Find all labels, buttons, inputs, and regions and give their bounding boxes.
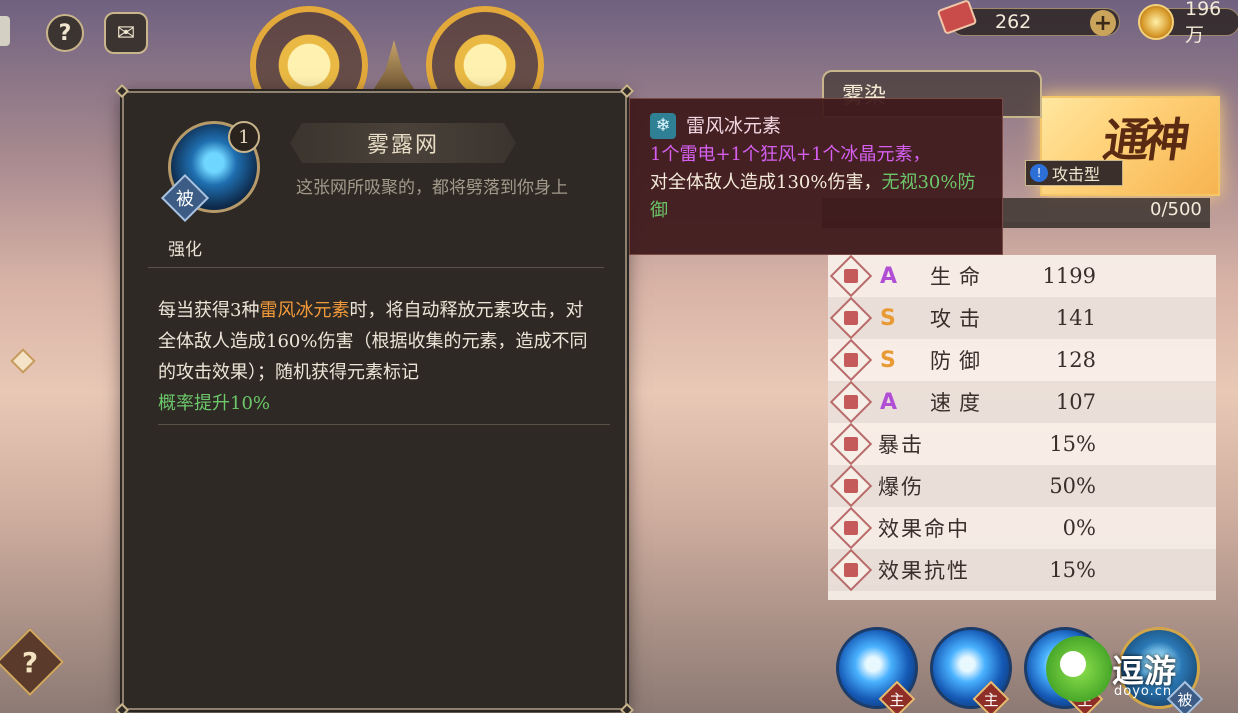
guide-question-icon: ? — [21, 645, 39, 679]
stat-row: 效果命中 0% — [828, 506, 1216, 550]
stat-grade: S — [880, 347, 896, 373]
add-currency-button[interactable]: + — [1090, 10, 1116, 36]
stat-grade: S — [880, 305, 896, 331]
spire-ornament — [372, 40, 416, 92]
stat-row: A 生命 1199 — [828, 254, 1216, 298]
stat-row: 效果抗性 15% — [828, 548, 1216, 592]
watermark-logo-eye — [1060, 651, 1086, 677]
skill-flavor-text: 这张网所吸聚的，都将劈落到你身上 — [296, 178, 568, 198]
stat-label: 攻击 — [930, 307, 988, 331]
stat-value: 15% — [1049, 432, 1096, 456]
stat-row: S 攻击 141 — [828, 296, 1216, 340]
stat-label: 防御 — [930, 349, 988, 373]
stat-label: 生命 — [930, 265, 988, 289]
stat-label: 效果命中 — [878, 517, 970, 541]
help-button[interactable]: ? — [46, 14, 84, 52]
stat-icon-inner — [844, 269, 858, 283]
stat-row: A 速度 107 — [828, 380, 1216, 424]
tooltip-body: 对全体敌人造成130%伤害， — [650, 172, 882, 193]
skill-2-tag-label: 主 — [983, 690, 999, 709]
popup-corner — [619, 702, 635, 713]
stat-value: 107 — [1055, 390, 1096, 414]
stat-row: 暴击 15% — [828, 422, 1216, 466]
popup-corner — [619, 83, 635, 99]
snowflake-icon: ❄ — [650, 113, 676, 139]
skill-description: 每当获得3种雷风冰元素时，将自动释放元素攻击，对全体敌人造成160%伤害（根据收… — [158, 295, 598, 419]
plus-icon: + — [1093, 10, 1113, 36]
stat-label: 爆伤 — [878, 475, 924, 499]
chat-button[interactable]: ✉ — [104, 12, 148, 54]
stat-value: 0% — [1062, 516, 1096, 540]
currency-gold-value: 196万 — [1185, 0, 1222, 46]
stat-value: 141 — [1055, 306, 1096, 330]
attack-type-icon: ! — [1030, 164, 1048, 182]
skill-1-tag-label: 主 — [889, 690, 905, 709]
skill-detail-popup: 1 被 雾露网 这张网所吸聚的，都将劈落到你身上 强化 每当获得3种雷风冰元素时… — [114, 83, 635, 713]
stat-label: 效果抗性 — [878, 559, 970, 583]
stat-icon-inner — [844, 479, 858, 493]
stat-value: 50% — [1049, 474, 1096, 498]
stat-value: 15% — [1049, 558, 1096, 582]
chat-icon: ✉ — [116, 20, 136, 46]
stat-icon-inner — [844, 353, 858, 367]
skill-level-badge: 1 — [228, 121, 260, 153]
stat-row: 爆伤 50% — [828, 464, 1216, 508]
stat-grade: A — [880, 263, 898, 289]
stat-icon-inner — [844, 563, 858, 577]
popup-corner — [114, 83, 130, 99]
left-edge-tab[interactable] — [0, 16, 10, 46]
stat-grade: A — [880, 389, 898, 415]
stat-value: 1199 — [1042, 264, 1096, 288]
stat-icon-inner — [844, 311, 858, 325]
stats-panel: A 生命 1199 S 攻击 141 S 防御 128 A 速度 107 暴击 15% 爆伤 50% 效果命中 0… — [828, 254, 1216, 600]
watermark-site: doyo.cn — [1114, 684, 1173, 699]
passive-tag-label: 被 — [176, 189, 194, 210]
popup-corner — [114, 702, 130, 713]
hero-type-label: 攻击型 — [1052, 165, 1101, 184]
stat-value: 128 — [1055, 348, 1096, 372]
desc-keyword-link[interactable]: 雷风冰元素 — [259, 300, 349, 321]
stat-row: S 防御 128 — [828, 338, 1216, 382]
help-icon: ? — [58, 20, 72, 46]
desc-enhance-text: 概率提升10% — [158, 393, 271, 414]
element-tooltip: ❄ 雷风冰元素 1个雷电+1个狂风+1个冰晶元素， 对全体敌人造成130%伤害，… — [629, 98, 1003, 255]
stat-icon-inner — [844, 437, 858, 451]
stat-icon-inner — [844, 521, 858, 535]
enhance-label: 强化 — [168, 240, 202, 260]
divider — [158, 424, 610, 425]
skill-name: 雾露网 — [290, 123, 516, 163]
tooltip-title: 雷风冰元素 — [686, 115, 782, 137]
side-arrow-icon[interactable] — [10, 348, 36, 374]
exp-text: 0/500 — [1150, 199, 1202, 220]
tooltip-formula: 1个雷电+1个狂风+1个冰晶元素， — [650, 144, 931, 165]
divider — [148, 267, 604, 268]
stat-icon-inner — [844, 395, 858, 409]
stat-label: 暴击 — [878, 433, 924, 457]
currency-ticket-value: 262 — [995, 11, 1032, 33]
gold-coin-icon — [1138, 4, 1174, 40]
desc-text-1: 每当获得3种 — [158, 300, 260, 321]
hero-type-badge: ! 攻击型 — [1025, 160, 1123, 186]
stat-label: 速度 — [930, 391, 988, 415]
